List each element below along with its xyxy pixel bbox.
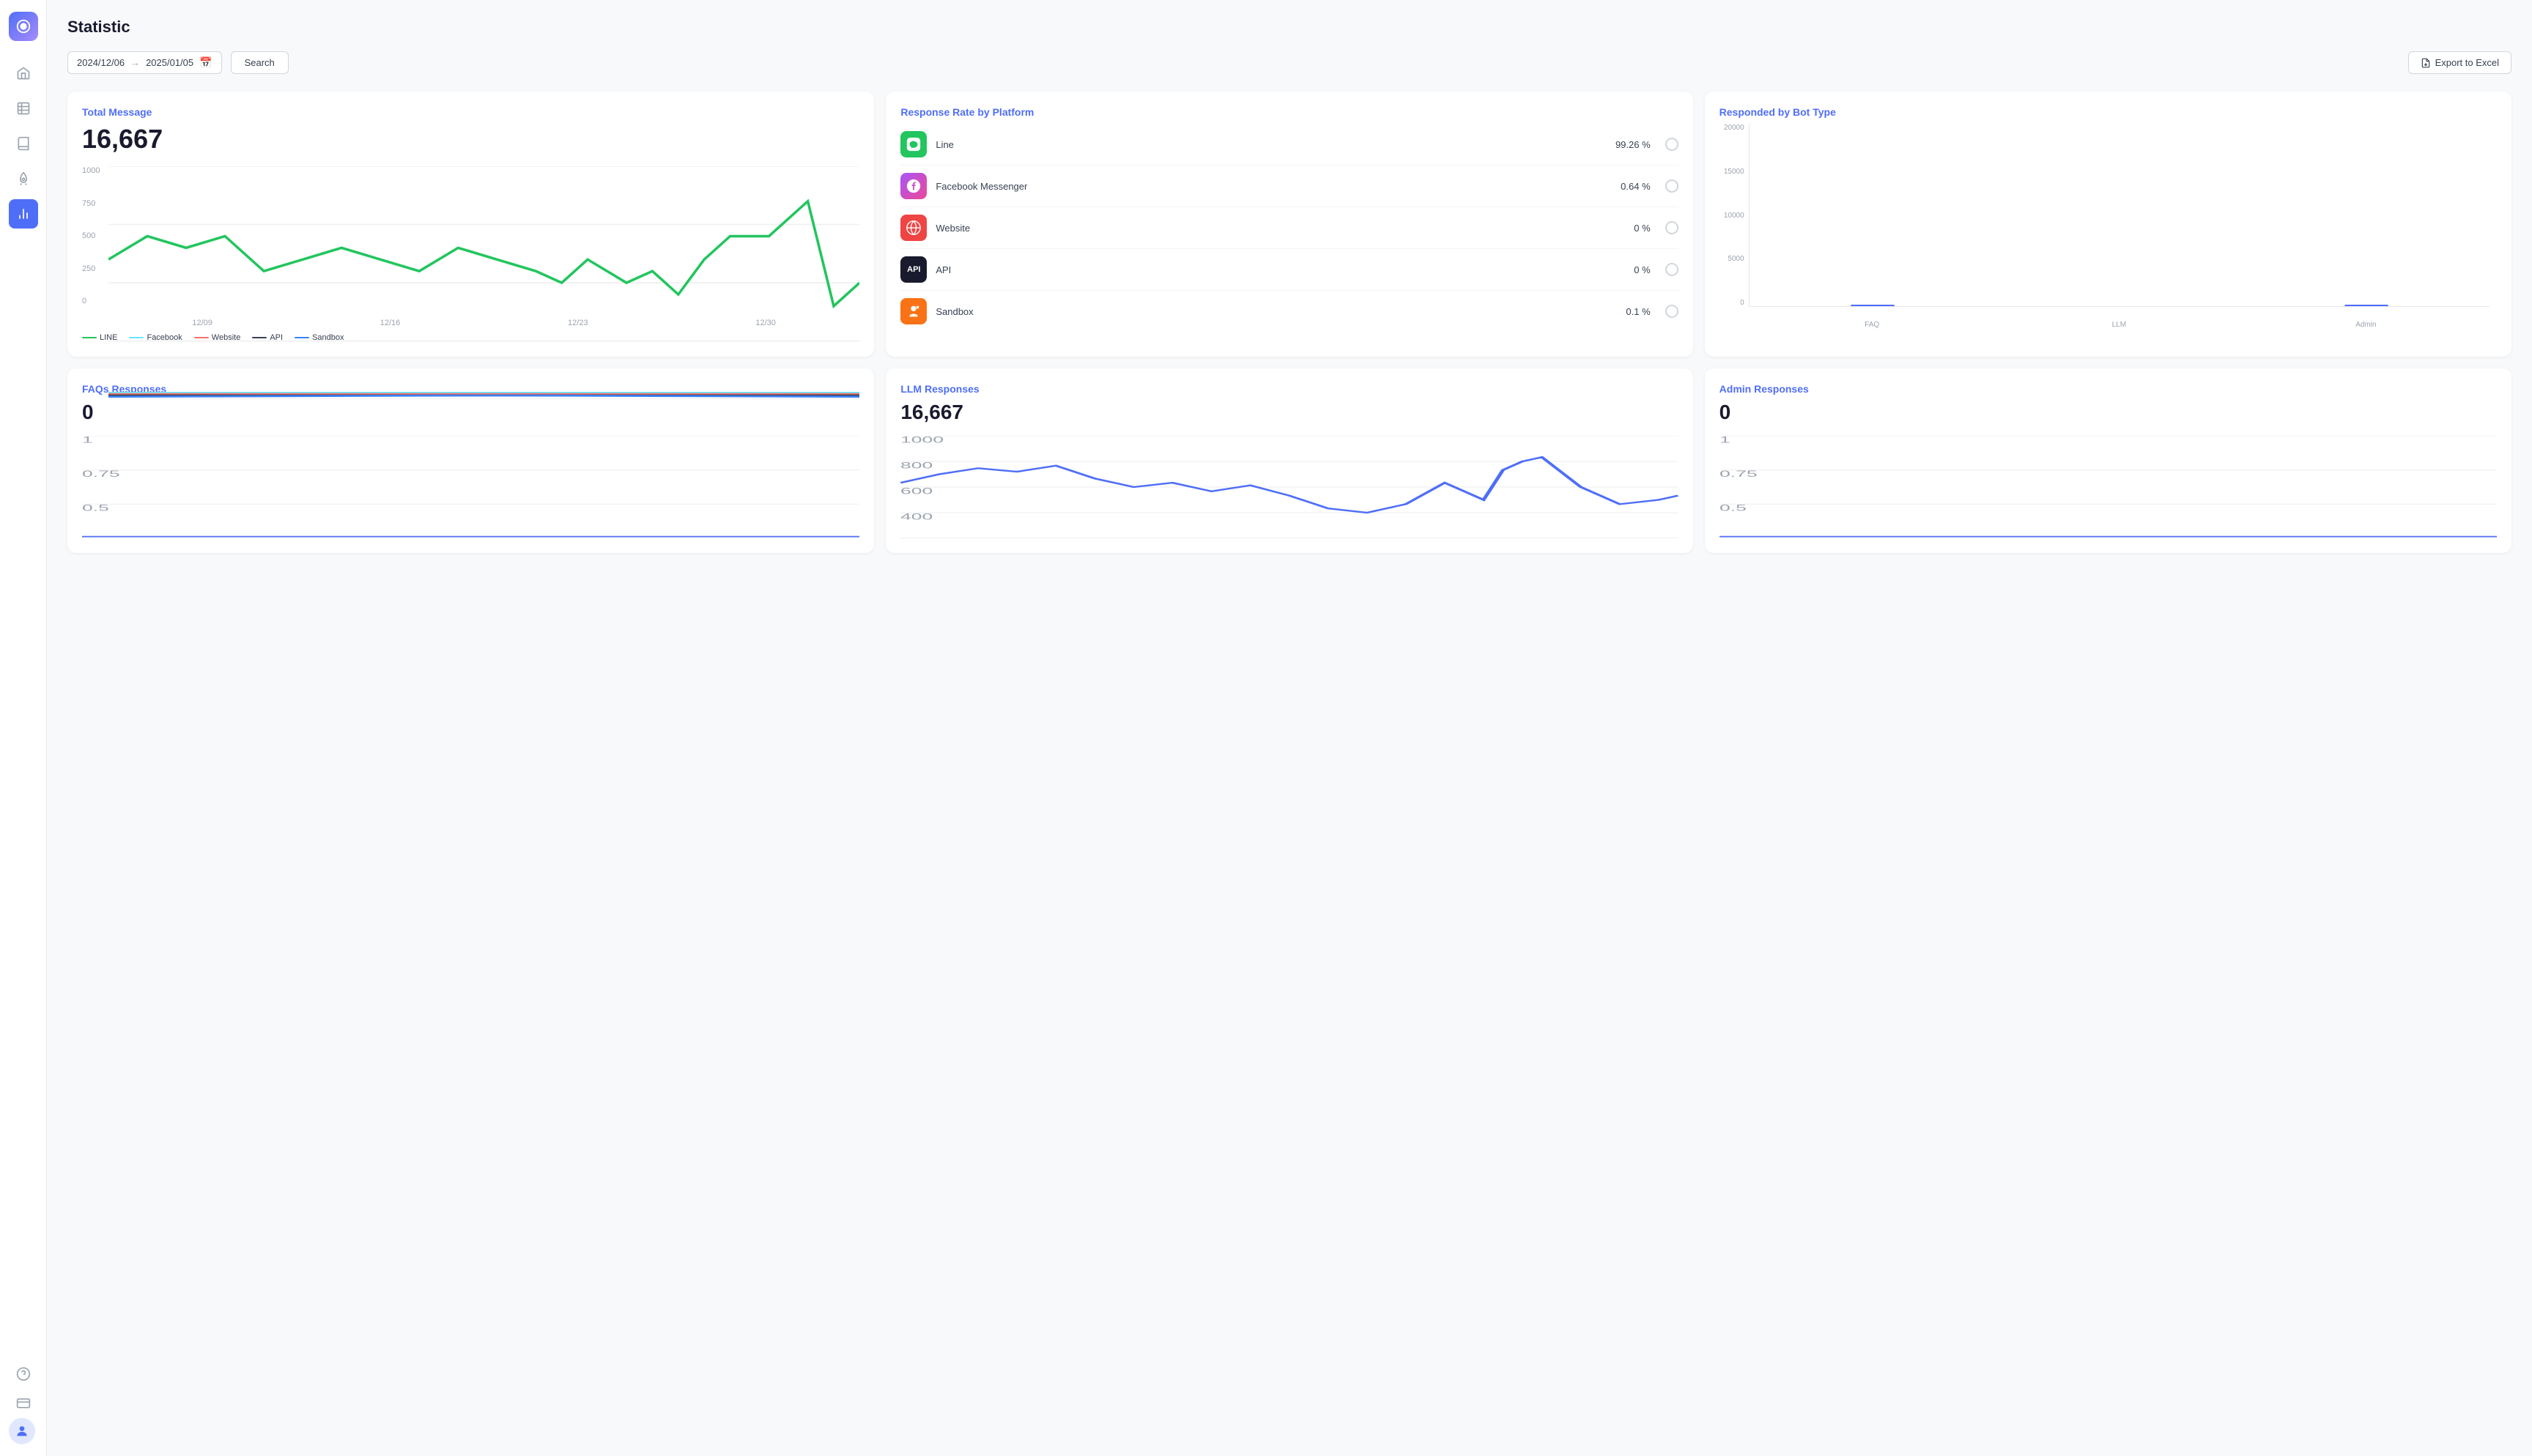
total-message-card: Total Message 16,667 10007505002500 — [67, 92, 874, 357]
svg-text:0.5: 0.5 — [82, 503, 109, 513]
sidebar — [0, 0, 47, 1456]
response-rate-card: Response Rate by Platform Line 99.26 % — [886, 92, 1692, 357]
admin-value: 0 — [1720, 401, 2497, 424]
platform-item-facebook: Facebook Messenger 0.64 % — [900, 166, 1678, 207]
faqs-value: 0 — [82, 401, 859, 424]
xlabel-admin: Admin — [2243, 318, 2490, 329]
bar-faq — [1750, 305, 1996, 306]
main-content: Statistic 2024/12/06 → 2025/01/05 📅 Sear… — [47, 0, 2532, 1456]
bot-type-card: Responded by Bot Type 200001500010000500… — [1705, 92, 2511, 357]
api-radio[interactable] — [1665, 263, 1678, 276]
website-icon — [900, 215, 927, 241]
line-icon — [900, 131, 927, 157]
facebook-icon — [900, 173, 927, 199]
date-range[interactable]: 2024/12/06 → 2025/01/05 📅 — [67, 51, 222, 74]
api-name: API — [936, 264, 1625, 275]
svg-text:1: 1 — [82, 436, 93, 445]
bar-yaxis: 20000150001000050000 — [1720, 124, 1747, 307]
line-pct: 99.26 % — [1615, 139, 1651, 150]
svg-text:0.5: 0.5 — [1720, 503, 1747, 513]
platform-item-api: API API 0 % — [900, 249, 1678, 291]
sandbox-name: Sandbox — [936, 306, 1617, 317]
toolbar: 2024/12/06 → 2025/01/05 📅 Search Export … — [67, 51, 2511, 74]
admin-card: Admin Responses 0 1 0.75 0.5 — [1705, 368, 2511, 553]
export-icon — [2421, 58, 2431, 68]
total-message-title: Total Message — [82, 106, 859, 118]
website-radio[interactable] — [1665, 221, 1678, 234]
platform-item-website: Website 0 % — [900, 207, 1678, 249]
faqs-chart: 1 0.75 0.5 — [82, 436, 859, 538]
website-name: Website — [936, 223, 1625, 234]
total-message-chart: 10007505002500 — [82, 166, 859, 327]
facebook-radio[interactable] — [1665, 179, 1678, 193]
date-from: 2024/12/06 — [77, 57, 125, 68]
sidebar-item-book[interactable] — [9, 129, 38, 158]
sidebar-item-card[interactable] — [9, 1389, 38, 1418]
sandbox-icon — [900, 298, 927, 324]
avatar[interactable] — [9, 1418, 35, 1444]
sidebar-item-rocket[interactable] — [9, 164, 38, 193]
response-rate-title: Response Rate by Platform — [900, 106, 1678, 118]
facebook-pct: 0.64 % — [1621, 181, 1650, 192]
export-button[interactable]: Export to Excel — [2408, 51, 2511, 74]
top-cards-row: Total Message 16,667 10007505002500 — [67, 92, 2511, 357]
svg-text:0.75: 0.75 — [82, 469, 120, 479]
sandbox-radio[interactable] — [1665, 305, 1678, 318]
export-label: Export to Excel — [2435, 57, 2499, 68]
page-title: Statistic — [67, 18, 2511, 37]
bot-type-title: Responded by Bot Type — [1720, 106, 2497, 118]
svg-text:0.75: 0.75 — [1720, 469, 1758, 479]
sidebar-item-table[interactable] — [9, 94, 38, 123]
sandbox-pct: 0.1 % — [1626, 306, 1650, 317]
date-arrow: → — [130, 57, 140, 68]
svg-text:800: 800 — [900, 461, 933, 470]
sidebar-item-help[interactable] — [9, 1359, 38, 1389]
line-name: Line — [936, 139, 1607, 150]
llm-title: LLM Responses — [900, 383, 1678, 395]
total-message-line-chart — [108, 166, 859, 399]
admin-chart: 1 0.75 0.5 — [1720, 436, 2497, 538]
bot-type-chart: 20000150001000050000 FAQ LLM — [1720, 124, 2497, 329]
svg-text:1: 1 — [1720, 436, 1730, 445]
llm-value: 16,667 — [900, 401, 1678, 424]
faq-bar — [1851, 305, 1895, 306]
admin-bar — [2344, 305, 2388, 306]
total-message-value: 16,667 — [82, 124, 859, 155]
llm-card: LLM Responses 16,667 1000 800 600 400 — [886, 368, 1692, 553]
svg-text:600: 600 — [900, 486, 933, 496]
sidebar-item-chart[interactable] — [9, 199, 38, 229]
platform-item-sandbox: Sandbox 0.1 % — [900, 291, 1678, 332]
facebook-name: Facebook Messenger — [936, 181, 1612, 192]
bar-admin — [2243, 305, 2490, 306]
api-pct: 0 % — [1634, 264, 1650, 275]
xlabel-llm: LLM — [1996, 318, 2243, 329]
line-radio[interactable] — [1665, 138, 1678, 151]
calendar-icon: 📅 — [199, 56, 212, 69]
yaxis-labels: 10007505002500 — [82, 166, 106, 305]
platform-item-line: Line 99.26 % — [900, 124, 1678, 166]
bar-chart-inner — [1749, 124, 2490, 307]
sidebar-item-home[interactable] — [9, 59, 38, 88]
llm-chart: 1000 800 600 400 — [900, 436, 1678, 538]
svg-text:400: 400 — [900, 512, 933, 521]
search-button[interactable]: Search — [231, 51, 289, 74]
website-pct: 0 % — [1634, 223, 1650, 234]
app-logo[interactable] — [9, 12, 38, 41]
xlabel-faq: FAQ — [1749, 318, 1996, 329]
admin-title: Admin Responses — [1720, 383, 2497, 395]
xaxis-labels: 12/0912/1612/2312/30 — [108, 319, 859, 327]
api-icon: API — [900, 256, 927, 283]
platform-list: Line 99.26 % Facebook Messenger 0.64 % — [900, 124, 1678, 332]
sidebar-bottom — [9, 1359, 38, 1444]
date-to: 2025/01/05 — [146, 57, 193, 68]
svg-text:1000: 1000 — [900, 436, 944, 445]
bar-xaxis: FAQ LLM Admin — [1749, 318, 2490, 329]
